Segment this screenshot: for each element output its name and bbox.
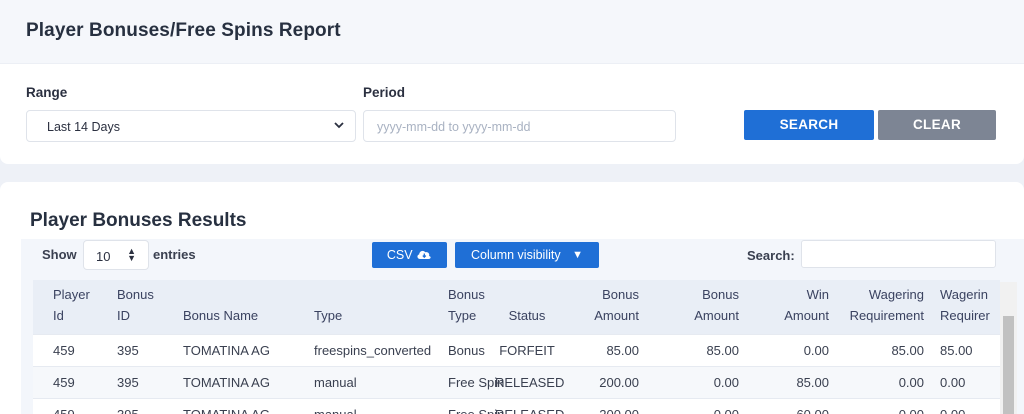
table-search-input[interactable] xyxy=(801,240,996,268)
scrollbar-thumb[interactable] xyxy=(1003,316,1014,414)
caret-down-icon: ▼ xyxy=(572,249,583,261)
cell-original-bonus-amount: 200.00 xyxy=(565,397,645,414)
column-header-wagering-requirement[interactable]: Wagering Requirement xyxy=(835,280,930,334)
cell-bonus-id: 395 xyxy=(97,397,163,414)
cell-total-win-amount: 85.00 xyxy=(745,365,835,398)
column-header-status[interactable]: Status xyxy=(495,280,565,334)
table-row[interactable]: 459 395 TOMATINA AG manual Free Spin REL… xyxy=(33,397,1000,414)
column-header-bonus-type[interactable]: Bonus Type xyxy=(428,280,495,334)
column-header-original-bonus-amount[interactable]: Bonus Amount xyxy=(565,280,645,334)
cell-player-id: 459 xyxy=(33,397,97,414)
page-length-select[interactable]: 10 ▲ ▼ xyxy=(83,240,149,270)
cell-total-win-amount: 0.00 xyxy=(745,333,835,366)
cell-status: RELEASED xyxy=(495,397,565,414)
cell-remaining-bonus-amount: 0.00 xyxy=(645,397,745,414)
cell-bonus-type: Free Spin xyxy=(428,365,504,398)
range-select-value: Last 14 Days xyxy=(47,120,120,134)
table-row[interactable]: 459 395 TOMATINA AG freespins_converted … xyxy=(33,333,1000,366)
cell-bonus-name: TOMATINA AG xyxy=(163,365,294,398)
results-title: Player Bonuses Results xyxy=(30,210,247,231)
cell-bonus-name: TOMATINA AG xyxy=(163,397,294,414)
cell-remaining-wagering-requirement: 0.00 xyxy=(930,397,1000,414)
search-button[interactable]: SEARCH xyxy=(744,110,874,140)
period-input[interactable]: yyyy-mm-dd to yyyy-mm-dd xyxy=(363,110,676,142)
cell-type: freespins_converted xyxy=(294,333,431,366)
page-length-value: 10 xyxy=(96,249,111,264)
column-header-type[interactable]: Type xyxy=(294,280,428,334)
column-header-player-id[interactable]: Player Id xyxy=(33,280,97,334)
cell-original-bonus-amount: 85.00 xyxy=(565,333,645,366)
cell-remaining-wagering-requirement: 85.00 xyxy=(930,333,1000,366)
cell-bonus-type: Free Spin xyxy=(428,397,504,414)
cell-player-id: 459 xyxy=(33,333,97,366)
table-vertical-scrollbar[interactable] xyxy=(1000,282,1017,414)
cell-status: FORFEIT xyxy=(495,333,565,366)
results-table: Player Id Bonus ID Bonus Name Type Bonus Ty… xyxy=(33,280,1000,414)
column-header-remaining-wagering-requirement[interactable]: Wagerin Requirer xyxy=(930,280,1000,334)
chevron-down-icon xyxy=(334,122,344,129)
cell-bonus-id: 395 xyxy=(97,365,163,398)
results-table-wrapper: Player Id Bonus ID Bonus Name Type Bonus Ty… xyxy=(33,280,1000,414)
period-label: Period xyxy=(363,85,406,100)
page-title: Player Bonuses/Free Spins Report xyxy=(26,20,341,41)
entries-label: entries xyxy=(153,247,196,262)
csv-button-label: CSV xyxy=(386,248,413,262)
cell-status: RELEASED xyxy=(495,365,565,398)
cell-player-id: 459 xyxy=(33,365,97,398)
cell-remaining-bonus-amount: 85.00 xyxy=(645,333,745,366)
range-select[interactable]: Last 14 Days xyxy=(26,110,356,142)
cell-bonus-type: Bonus xyxy=(428,333,495,366)
column-header-bonus-name[interactable]: Bonus Name xyxy=(163,280,294,334)
cell-bonus-id: 395 xyxy=(97,333,163,366)
show-label: Show xyxy=(42,247,77,262)
clear-button[interactable]: CLEAR xyxy=(878,110,996,140)
cell-type: manual xyxy=(294,397,428,414)
cell-wagering-requirement: 0.00 xyxy=(835,397,930,414)
range-label: Range xyxy=(26,85,68,100)
column-header-bonus-id[interactable]: Bonus ID xyxy=(97,280,163,334)
cell-original-bonus-amount: 200.00 xyxy=(565,365,645,398)
cell-bonus-name: TOMATINA AG xyxy=(163,333,294,366)
table-header-row: Player Id Bonus ID Bonus Name Type Bonus Ty… xyxy=(33,280,1000,334)
page-header: Player Bonuses/Free Spins Report xyxy=(0,0,1024,64)
cell-remaining-wagering-requirement: 0.00 xyxy=(930,365,1000,398)
cell-wagering-requirement: 0.00 xyxy=(835,365,930,398)
cell-wagering-requirement: 85.00 xyxy=(835,333,930,366)
column-visibility-label: Column visibility xyxy=(471,248,561,262)
cell-type: manual xyxy=(294,365,428,398)
column-header-remaining-bonus-amount[interactable]: Bonus Amount xyxy=(645,280,745,334)
table-search-label: Search: xyxy=(747,248,795,263)
column-header-total-win-amount[interactable]: Win Amount xyxy=(745,280,835,334)
cloud-download-icon xyxy=(417,250,431,259)
csv-button[interactable]: CSV xyxy=(372,242,447,268)
column-visibility-button[interactable]: Column visibility ▼ xyxy=(455,242,599,268)
sort-updown-icon: ▲ ▼ xyxy=(127,246,136,263)
cell-total-win-amount: 60.00 xyxy=(745,397,835,414)
table-row[interactable]: 459 395 TOMATINA AG manual Free Spin REL… xyxy=(33,365,1000,398)
cell-remaining-bonus-amount: 0.00 xyxy=(645,365,745,398)
